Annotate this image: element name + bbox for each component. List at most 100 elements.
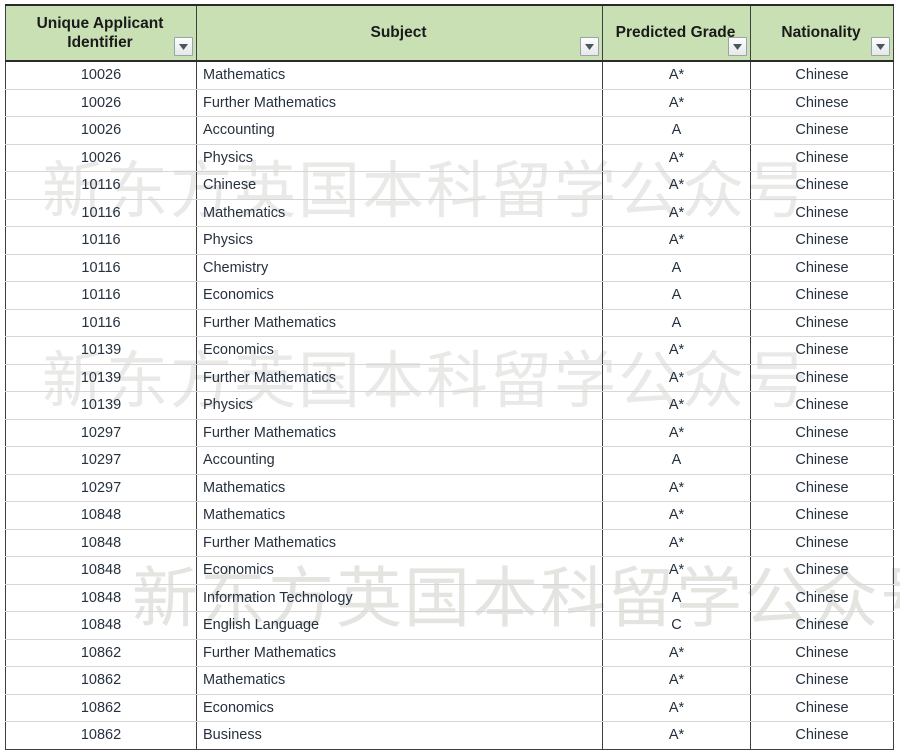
cell-subject[interactable]: Business bbox=[196, 721, 603, 750]
cell-subject[interactable]: Chemistry bbox=[196, 253, 603, 282]
cell-subject[interactable]: Further Mathematics bbox=[196, 418, 603, 447]
table-row[interactable]: 10848 Information Technology A Chinese bbox=[5, 583, 894, 612]
cell-id[interactable]: 10139 bbox=[5, 391, 197, 420]
filter-dropdown-icon-subject[interactable] bbox=[580, 37, 599, 56]
cell-grade[interactable]: A* bbox=[602, 171, 751, 200]
cell-grade[interactable]: A bbox=[602, 281, 751, 310]
cell-nationality[interactable]: Chinese bbox=[750, 116, 894, 145]
table-row[interactable]: 10116 Chinese A* Chinese bbox=[5, 171, 894, 200]
cell-grade[interactable]: C bbox=[602, 611, 751, 640]
cell-id[interactable]: 10848 bbox=[5, 556, 197, 585]
table-row[interactable]: 10862 Further Mathematics A* Chinese bbox=[5, 638, 894, 667]
cell-id[interactable]: 10116 bbox=[5, 226, 197, 255]
cell-nationality[interactable]: Chinese bbox=[750, 391, 894, 420]
filter-dropdown-icon-predicted-grade[interactable] bbox=[728, 37, 747, 56]
cell-id[interactable]: 10026 bbox=[5, 116, 197, 145]
cell-nationality[interactable]: Chinese bbox=[750, 143, 894, 172]
cell-id[interactable]: 10848 bbox=[5, 528, 197, 557]
cell-id[interactable]: 10116 bbox=[5, 253, 197, 282]
cell-grade[interactable]: A* bbox=[602, 693, 751, 722]
table-row[interactable]: 10026 Further Mathematics A* Chinese bbox=[5, 88, 894, 117]
cell-subject[interactable]: Economics bbox=[196, 556, 603, 585]
cell-nationality[interactable]: Chinese bbox=[750, 693, 894, 722]
table-row[interactable]: 10116 Chemistry A Chinese bbox=[5, 253, 894, 282]
cell-id[interactable]: 10116 bbox=[5, 281, 197, 310]
table-row[interactable]: 10862 Business A* Chinese bbox=[5, 721, 894, 750]
cell-id[interactable]: 10026 bbox=[5, 88, 197, 117]
table-row[interactable]: 10297 Further Mathematics A* Chinese bbox=[5, 418, 894, 447]
cell-id[interactable]: 10139 bbox=[5, 363, 197, 392]
cell-id[interactable]: 10116 bbox=[5, 171, 197, 200]
cell-subject[interactable]: Economics bbox=[196, 693, 603, 722]
cell-nationality[interactable]: Chinese bbox=[750, 226, 894, 255]
cell-subject[interactable]: Accounting bbox=[196, 116, 603, 145]
cell-subject[interactable]: Economics bbox=[196, 336, 603, 365]
cell-subject[interactable]: Mathematics bbox=[196, 666, 603, 695]
cell-subject[interactable]: Information Technology bbox=[196, 583, 603, 612]
cell-grade[interactable]: A* bbox=[602, 501, 751, 530]
table-row[interactable]: 10116 Further Mathematics A Chinese bbox=[5, 308, 894, 337]
cell-grade[interactable]: A* bbox=[602, 363, 751, 392]
cell-grade[interactable]: A* bbox=[602, 143, 751, 172]
cell-subject[interactable]: Economics bbox=[196, 281, 603, 310]
cell-subject[interactable]: Physics bbox=[196, 391, 603, 420]
cell-nationality[interactable]: Chinese bbox=[750, 721, 894, 750]
cell-grade[interactable]: A bbox=[602, 583, 751, 612]
cell-subject[interactable]: Further Mathematics bbox=[196, 638, 603, 667]
table-row[interactable]: 10297 Mathematics A* Chinese bbox=[5, 473, 894, 502]
cell-subject[interactable]: Further Mathematics bbox=[196, 363, 603, 392]
cell-grade[interactable]: A* bbox=[602, 60, 751, 90]
cell-grade[interactable]: A* bbox=[602, 336, 751, 365]
cell-nationality[interactable]: Chinese bbox=[750, 171, 894, 200]
cell-subject[interactable]: Chinese bbox=[196, 171, 603, 200]
table-row[interactable]: 10848 Mathematics A* Chinese bbox=[5, 501, 894, 530]
cell-subject[interactable]: Further Mathematics bbox=[196, 88, 603, 117]
cell-grade[interactable]: A bbox=[602, 308, 751, 337]
cell-nationality[interactable]: Chinese bbox=[750, 446, 894, 475]
cell-nationality[interactable]: Chinese bbox=[750, 556, 894, 585]
cell-subject[interactable]: Mathematics bbox=[196, 473, 603, 502]
cell-nationality[interactable]: Chinese bbox=[750, 253, 894, 282]
table-row[interactable]: 10026 Accounting A Chinese bbox=[5, 116, 894, 145]
cell-subject[interactable]: English Language bbox=[196, 611, 603, 640]
cell-subject[interactable]: Mathematics bbox=[196, 501, 603, 530]
cell-grade[interactable]: A* bbox=[602, 528, 751, 557]
cell-id[interactable]: 10116 bbox=[5, 198, 197, 227]
cell-id[interactable]: 10297 bbox=[5, 446, 197, 475]
cell-nationality[interactable]: Chinese bbox=[750, 363, 894, 392]
table-row[interactable]: 10862 Mathematics A* Chinese bbox=[5, 666, 894, 695]
cell-subject[interactable]: Physics bbox=[196, 226, 603, 255]
cell-nationality[interactable]: Chinese bbox=[750, 308, 894, 337]
cell-grade[interactable]: A bbox=[602, 253, 751, 282]
cell-grade[interactable]: A bbox=[602, 446, 751, 475]
cell-id[interactable]: 10862 bbox=[5, 693, 197, 722]
table-row[interactable]: 10116 Economics A Chinese bbox=[5, 281, 894, 310]
table-row[interactable]: 10297 Accounting A Chinese bbox=[5, 446, 894, 475]
filter-dropdown-icon-nationality[interactable] bbox=[871, 37, 890, 56]
cell-subject[interactable]: Mathematics bbox=[196, 60, 603, 90]
cell-grade[interactable]: A* bbox=[602, 418, 751, 447]
cell-nationality[interactable]: Chinese bbox=[750, 501, 894, 530]
table-row[interactable]: 10139 Further Mathematics A* Chinese bbox=[5, 363, 894, 392]
cell-subject[interactable]: Accounting bbox=[196, 446, 603, 475]
table-row[interactable]: 10848 English Language C Chinese bbox=[5, 611, 894, 640]
cell-grade[interactable]: A* bbox=[602, 721, 751, 750]
table-row[interactable]: 10026 Mathematics A* Chinese bbox=[5, 60, 894, 90]
cell-grade[interactable]: A* bbox=[602, 391, 751, 420]
cell-subject[interactable]: Further Mathematics bbox=[196, 528, 603, 557]
cell-grade[interactable]: A* bbox=[602, 226, 751, 255]
cell-id[interactable]: 10116 bbox=[5, 308, 197, 337]
cell-id[interactable]: 10848 bbox=[5, 583, 197, 612]
cell-grade[interactable]: A* bbox=[602, 88, 751, 117]
table-row[interactable]: 10026 Physics A* Chinese bbox=[5, 143, 894, 172]
cell-grade[interactable]: A* bbox=[602, 473, 751, 502]
cell-id[interactable]: 10848 bbox=[5, 611, 197, 640]
cell-id[interactable]: 10297 bbox=[5, 473, 197, 502]
cell-subject[interactable]: Mathematics bbox=[196, 198, 603, 227]
cell-nationality[interactable]: Chinese bbox=[750, 638, 894, 667]
cell-grade[interactable]: A* bbox=[602, 556, 751, 585]
cell-id[interactable]: 10862 bbox=[5, 721, 197, 750]
table-row[interactable]: 10139 Physics A* Chinese bbox=[5, 391, 894, 420]
cell-nationality[interactable]: Chinese bbox=[750, 281, 894, 310]
table-row[interactable]: 10139 Economics A* Chinese bbox=[5, 336, 894, 365]
